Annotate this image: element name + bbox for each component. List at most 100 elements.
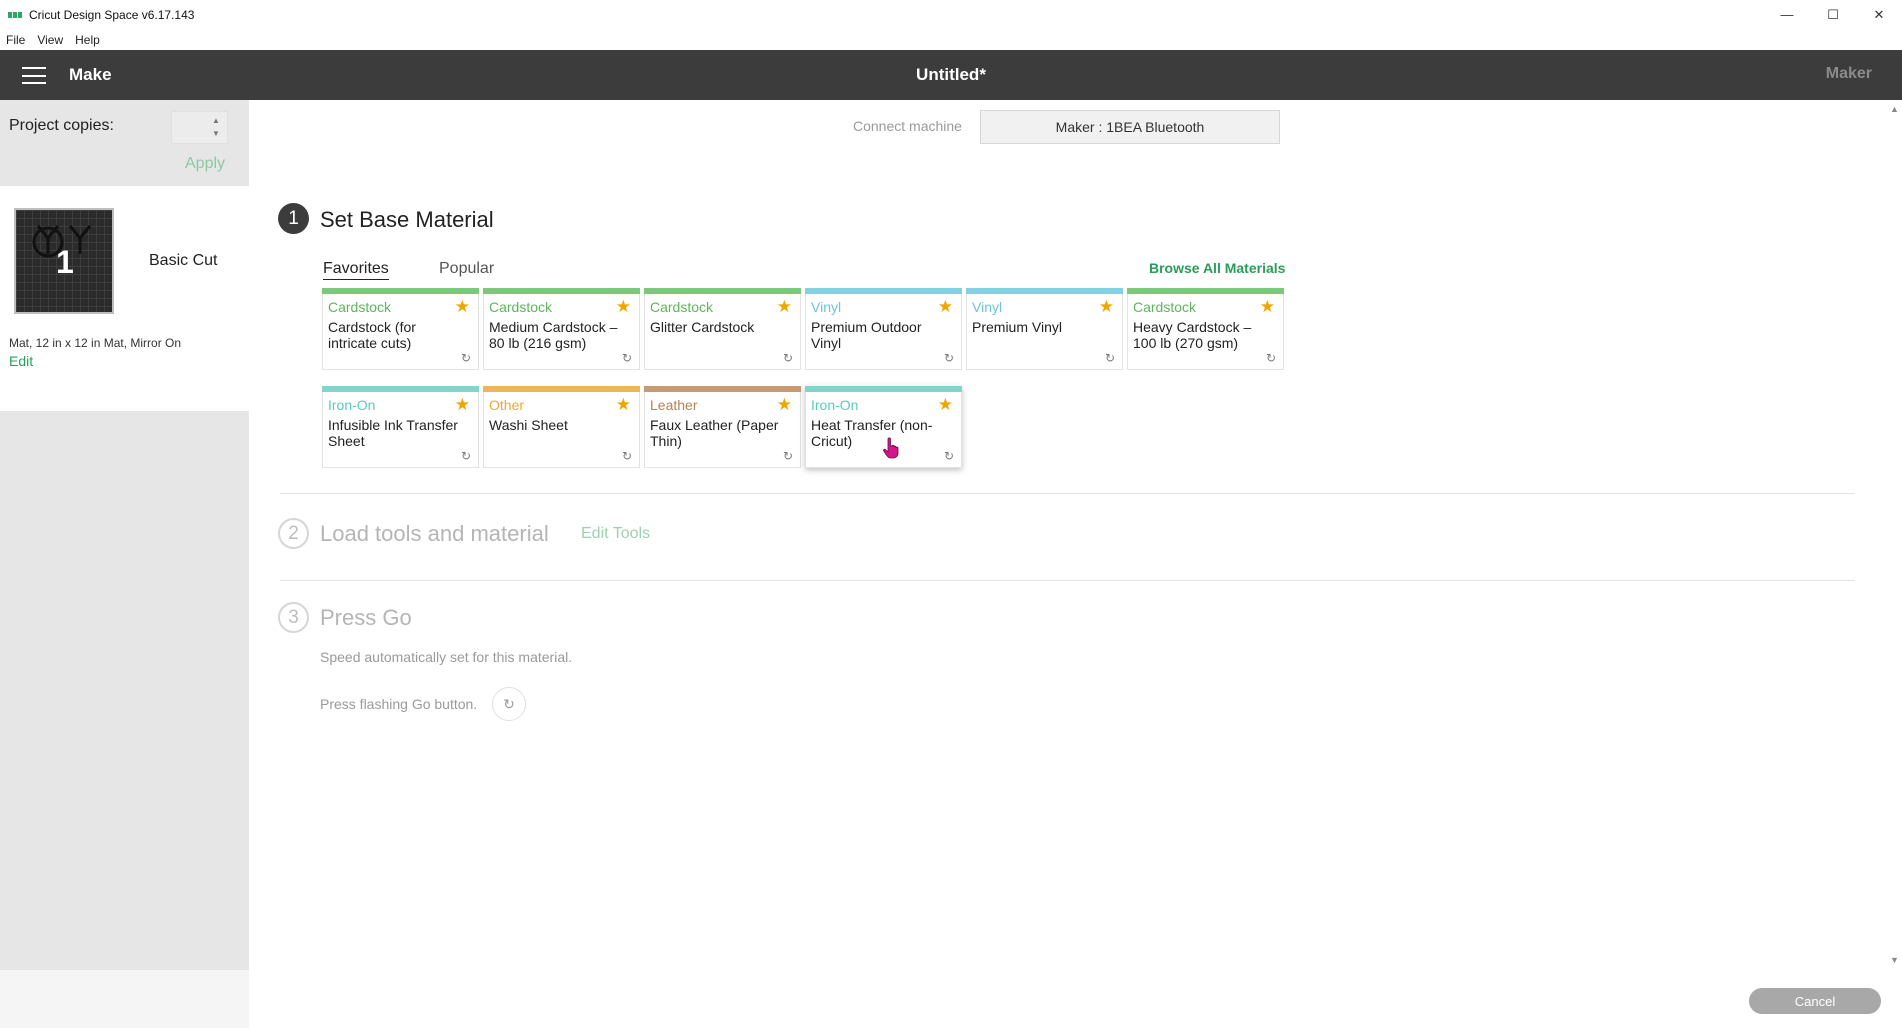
material-name: Glitter Cardstock <box>650 319 755 335</box>
material-category: Iron-On <box>811 397 859 413</box>
material-name: Premium Vinyl <box>972 319 1062 335</box>
favorite-star-icon[interactable]: ★ <box>1260 297 1275 317</box>
material-category-bar <box>322 386 479 392</box>
apply-button[interactable]: Apply <box>185 155 225 173</box>
footer-left-panel <box>0 970 249 1028</box>
mat-thumbnail[interactable]: 1 <box>14 208 114 314</box>
favorite-star-icon[interactable]: ★ <box>616 395 631 415</box>
window-title: Cricut Design Space v6.17.143 <box>29 7 195 22</box>
material-category-bar <box>644 386 801 392</box>
favorite-star-icon[interactable]: ★ <box>455 395 470 415</box>
browse-all-materials-link[interactable]: Browse All Materials <box>1149 260 1285 276</box>
material-name: Heavy Cardstock – 100 lb (270 gsm) <box>1133 319 1252 351</box>
stepper-down-icon[interactable]: ▼ <box>211 130 221 138</box>
material-category-bar <box>966 288 1123 294</box>
speed-note: Speed automatically set for this materia… <box>320 649 573 665</box>
material-name: Premium Outdoor Vinyl <box>811 319 922 351</box>
material-name: Washi Sheet <box>489 417 568 433</box>
close-button[interactable]: ✕ <box>1856 0 1902 29</box>
stepper-up-icon[interactable]: ▲ <box>211 117 221 125</box>
step-1-number: 1 <box>278 203 309 234</box>
material-category: Cardstock <box>650 299 714 315</box>
material-category-bar <box>805 386 962 392</box>
mat-number: 1 <box>56 244 74 280</box>
material-category: Cardstock <box>489 299 553 315</box>
step-2-number: 2 <box>278 518 309 549</box>
favorite-star-icon[interactable]: ★ <box>455 297 470 317</box>
favorite-star-icon[interactable]: ★ <box>616 297 631 317</box>
mat-card[interactable]: 1 Basic Cut Mat, 12 in x 12 in Mat, Mirr… <box>0 186 249 411</box>
hamburger-menu-icon[interactable] <box>22 67 46 84</box>
title-bar: Cricut Design Space v6.17.143 — ☐ ✕ <box>0 0 1902 29</box>
material-category-bar <box>483 288 640 294</box>
mat-edit-link[interactable]: Edit <box>9 353 33 369</box>
scroll-up-icon[interactable]: ▲ <box>1890 104 1899 114</box>
material-category-bar <box>1127 288 1284 294</box>
step-2-title: Load tools and material <box>320 521 549 546</box>
mat-info: Mat, 12 in x 12 in Mat, Mirror On <box>9 336 182 350</box>
menu-help[interactable]: Help <box>69 33 106 47</box>
project-copies-section: Project copies: ▲ ▼ Apply <box>0 100 249 186</box>
tab-popular[interactable]: Popular <box>439 260 494 278</box>
vertical-scrollbar[interactable]: ▲ ▼ <box>1887 100 1902 970</box>
step-3-number: 3 <box>278 602 309 633</box>
settings-refresh-icon: ↻ <box>1265 351 1276 365</box>
step-divider <box>280 580 1855 581</box>
material-card[interactable]: Cardstock Medium Cardstock – 80 lb (216 g… <box>483 288 640 370</box>
material-card[interactable]: Cardstock Cardstock (for intricate cuts) ★… <box>322 288 479 370</box>
menu-file[interactable]: File <box>0 33 31 47</box>
window-controls: — ☐ ✕ <box>1764 0 1902 29</box>
cancel-button[interactable]: Cancel <box>1749 988 1881 1014</box>
tab-favorites[interactable]: Favorites <box>323 260 389 280</box>
mat-cut-label: Basic Cut <box>149 252 218 269</box>
material-card[interactable]: Cardstock Glitter Cardstock ★ ↻ <box>644 288 801 370</box>
material-category: Leather <box>650 397 698 413</box>
material-name: Medium Cardstock – 80 lb (216 gsm) <box>489 319 618 351</box>
minimize-button[interactable]: — <box>1764 0 1810 29</box>
connect-machine-button[interactable]: Maker : 1BEA Bluetooth <box>980 110 1280 144</box>
step-1-title: Set Base Material <box>320 207 494 232</box>
material-category-bar <box>805 288 962 294</box>
material-name: Faux Leather (Paper Thin) <box>650 417 779 449</box>
material-card[interactable]: Other Washi Sheet ★ ↻ <box>483 386 640 468</box>
material-card[interactable]: Iron-On Infusible Ink Transfer Sheet ★ ↻ <box>322 386 479 468</box>
scroll-down-icon[interactable]: ▼ <box>1890 955 1899 965</box>
settings-refresh-icon: ↻ <box>460 449 471 463</box>
material-name: Cardstock (for intricate cuts) <box>328 319 416 351</box>
material-name: Heat Transfer (non-Cricut) <box>811 417 933 449</box>
settings-refresh-icon: ↻ <box>782 449 793 463</box>
favorite-star-icon[interactable]: ★ <box>777 395 792 415</box>
maximize-button[interactable]: ☐ <box>1810 0 1856 29</box>
settings-refresh-icon: ↻ <box>782 351 793 365</box>
step-divider <box>280 493 1855 494</box>
settings-refresh-icon: ↻ <box>943 351 954 365</box>
settings-refresh-icon: ↻ <box>1104 351 1115 365</box>
settings-refresh-icon: ↻ <box>621 449 632 463</box>
project-copies-stepper[interactable]: ▲ ▼ <box>171 111 228 144</box>
favorite-star-icon[interactable]: ★ <box>1099 297 1114 317</box>
project-title: Untitled* <box>916 65 986 84</box>
material-category-bar <box>483 386 640 392</box>
menu-bar: File View Help <box>0 29 1902 50</box>
material-category: Cardstock <box>1133 299 1197 315</box>
header-section-label: Make <box>69 65 112 84</box>
material-card[interactable]: Vinyl Premium Outdoor Vinyl ★ ↻ <box>805 288 962 370</box>
menu-view[interactable]: View <box>31 33 69 47</box>
favorite-star-icon[interactable]: ★ <box>938 395 953 415</box>
material-card[interactable]: Vinyl Premium Vinyl ★ ↻ <box>966 288 1123 370</box>
favorite-star-icon[interactable]: ★ <box>777 297 792 317</box>
connect-machine-label: Connect machine <box>853 118 962 134</box>
settings-refresh-icon: ↻ <box>621 351 632 365</box>
material-card[interactable]: Leather Faux Leather (Paper Thin) ★ ↻ <box>644 386 801 468</box>
app-header: Make Untitled* Maker <box>0 50 1902 100</box>
main-content: Connect machine Maker : 1BEA Bluetooth 1… <box>249 100 1887 970</box>
material-card[interactable]: Cardstock Heavy Cardstock – 100 lb (270 g… <box>1127 288 1284 370</box>
edit-tools-link[interactable]: Edit Tools <box>581 525 650 543</box>
favorite-star-icon[interactable]: ★ <box>938 297 953 317</box>
app-logo-icon <box>8 11 22 18</box>
material-name: Infusible Ink Transfer Sheet <box>328 417 458 449</box>
material-category-bar <box>644 288 801 294</box>
footer: Cancel <box>0 970 1902 1028</box>
machine-selector[interactable]: Maker <box>1826 65 1872 83</box>
hand-cursor-icon <box>883 437 899 459</box>
